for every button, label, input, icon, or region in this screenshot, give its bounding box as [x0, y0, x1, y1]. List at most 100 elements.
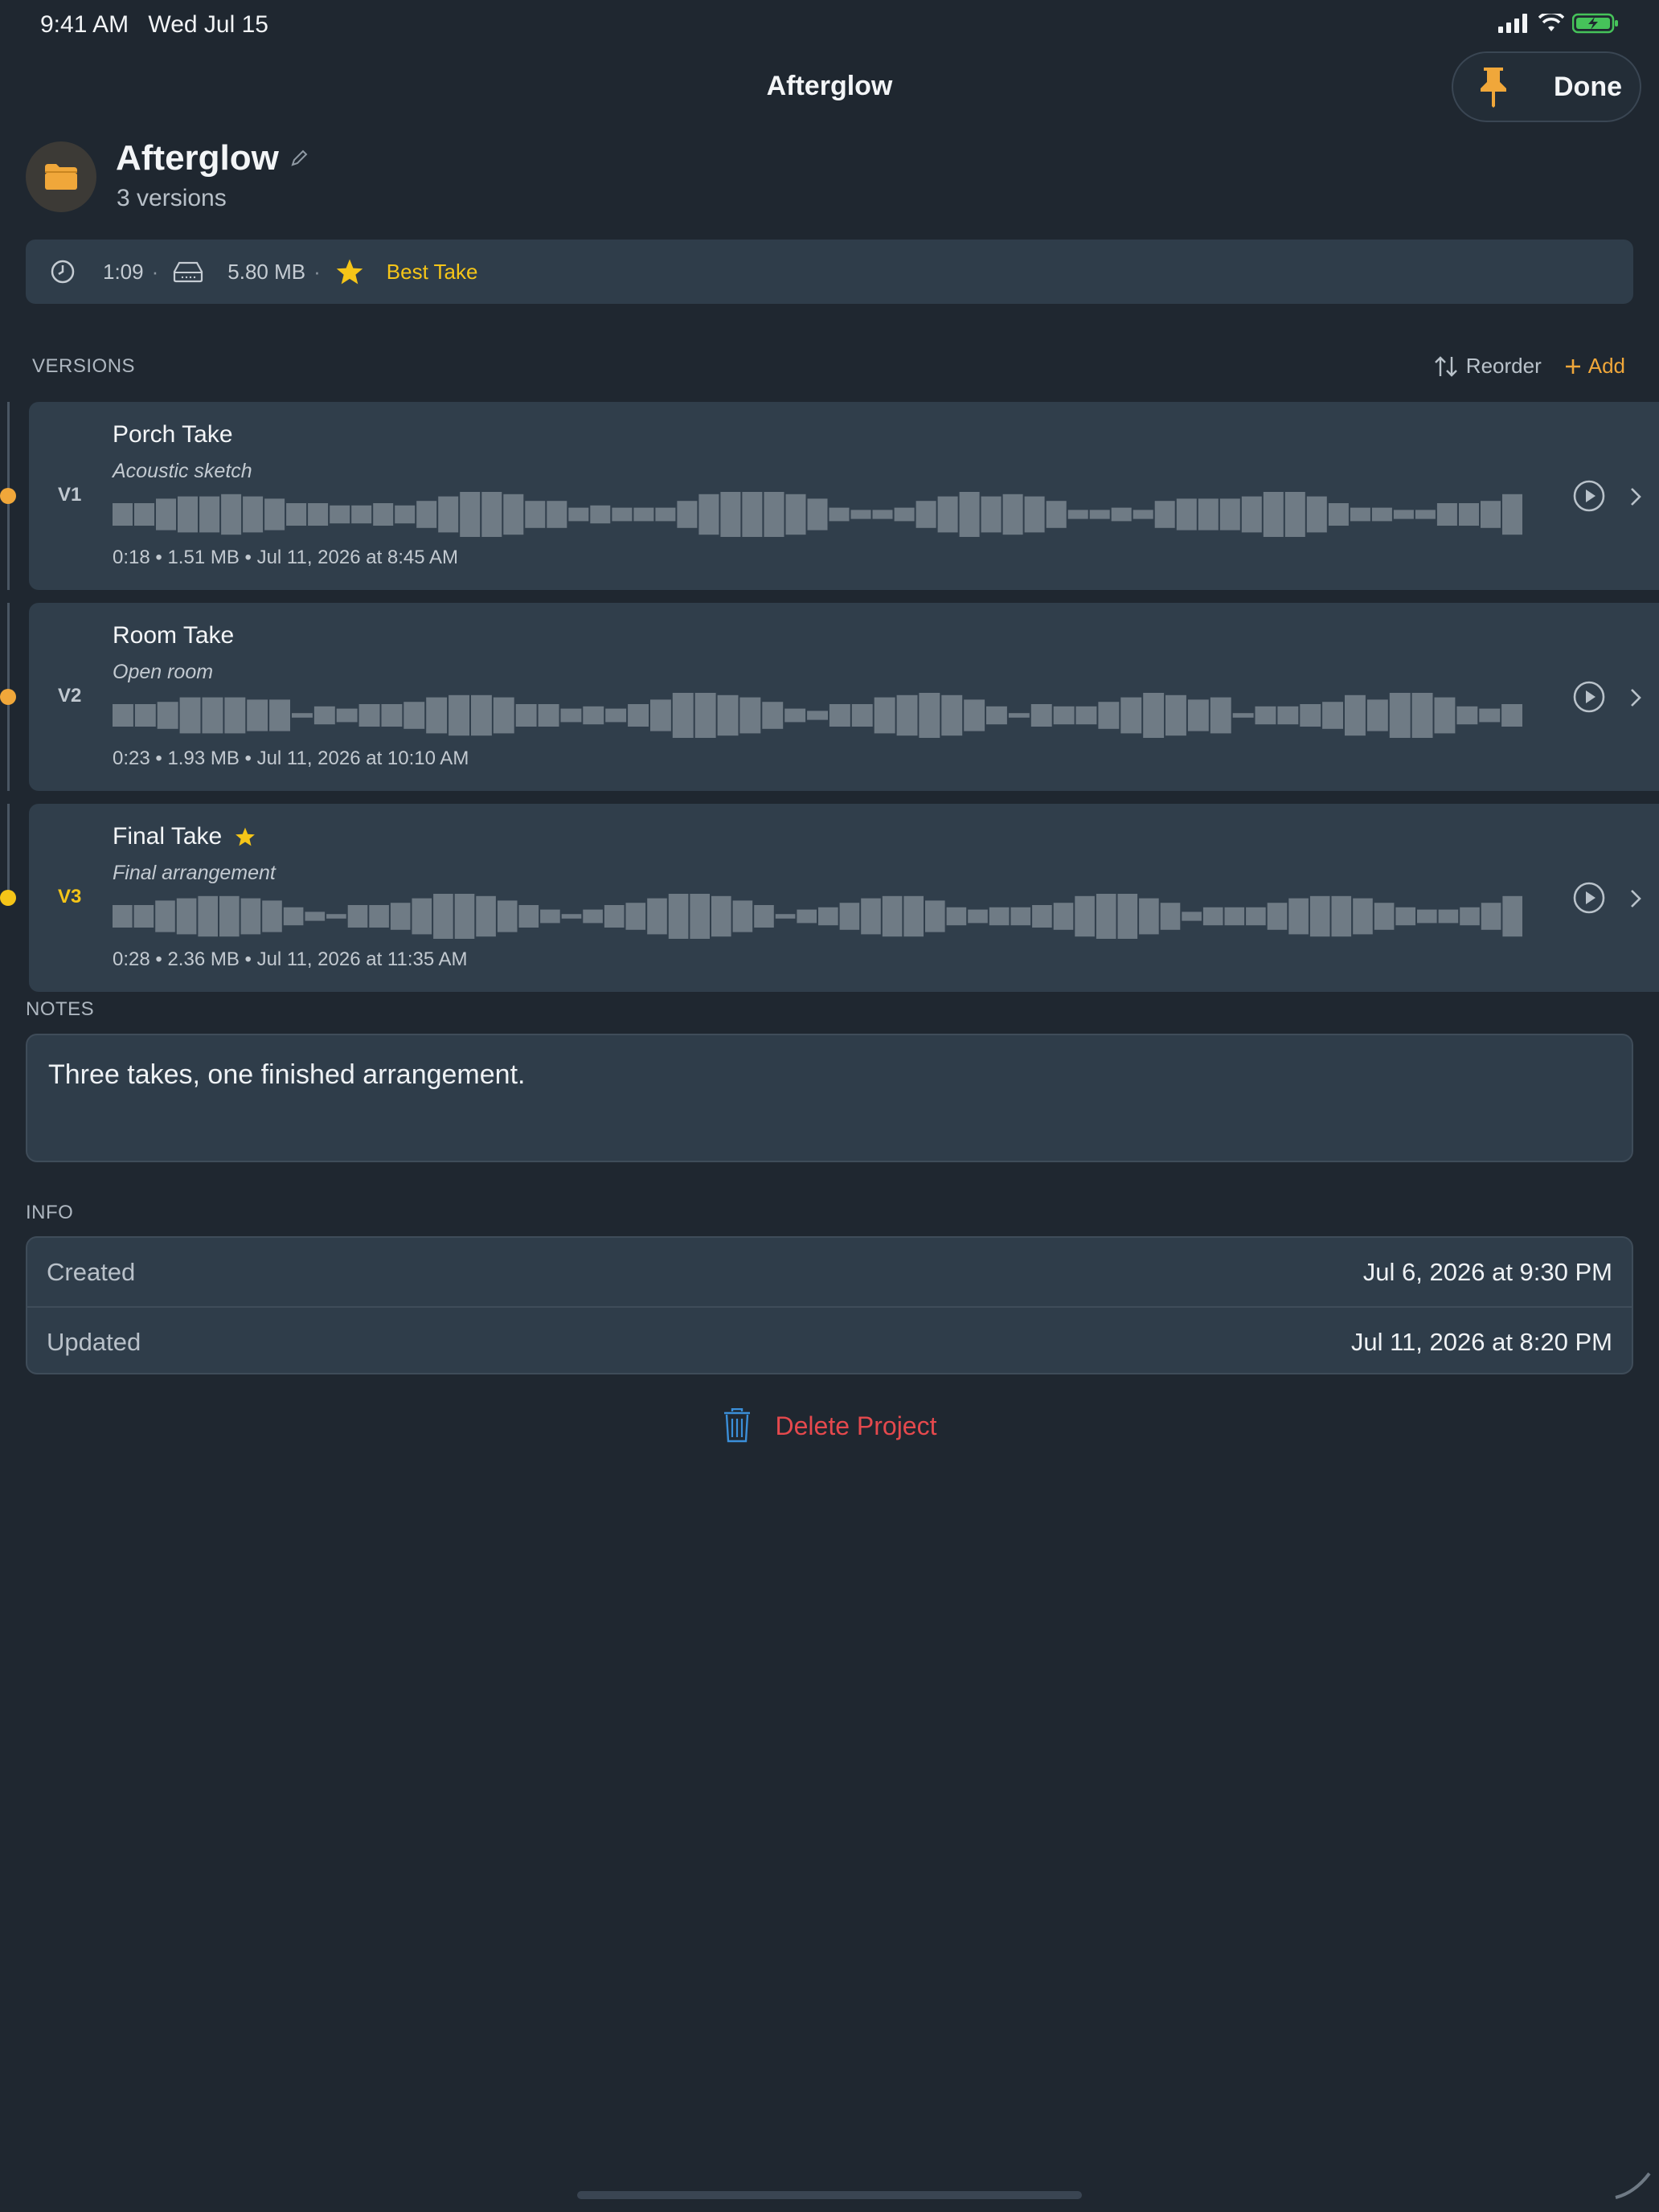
waveform-bar — [395, 505, 416, 524]
version-title-text: Final Take — [113, 823, 223, 850]
waveform-bar — [503, 494, 524, 535]
version-card[interactable]: V2 Room Take Open room 0:23 • 1.93 MB • Jul… — [29, 603, 1659, 791]
waveform-bar — [1165, 694, 1186, 736]
timeline-dot — [0, 689, 16, 705]
info-key: Created — [47, 1257, 136, 1286]
waveform-bar — [113, 503, 133, 526]
version-card[interactable]: V1 Porch Take Acoustic sketch 0:18 • 1.51 M… — [29, 402, 1659, 590]
waveform-bar — [1120, 697, 1142, 734]
best-take-label[interactable]: Best Take — [387, 260, 478, 285]
waveform-bar — [351, 505, 372, 524]
waveform-bar — [1353, 898, 1373, 935]
waveform-bar — [1479, 708, 1501, 723]
version-subtitle: Final arrangement — [113, 862, 276, 884]
waveform-bar — [583, 706, 604, 725]
plus-icon — [1565, 358, 1580, 374]
clock-icon — [51, 260, 75, 284]
project-title[interactable]: Afterglow — [116, 138, 308, 178]
versions-section-label: VERSIONS — [32, 355, 136, 377]
waveform-bar — [1075, 706, 1097, 725]
waveform-bar — [133, 905, 154, 928]
nav-title: Afterglow — [766, 71, 893, 101]
waveform-bar — [1417, 909, 1437, 924]
waveform-bar — [625, 903, 646, 930]
waveform-bar — [1143, 693, 1165, 738]
summary-duration: 1:09 — [103, 259, 144, 284]
waveform-bar — [156, 498, 176, 530]
waveform-bar — [178, 496, 198, 533]
waveform-bar — [1456, 706, 1478, 725]
edit-pencil-icon[interactable] — [290, 150, 308, 167]
waveform-bar — [199, 496, 220, 533]
chevron-right-icon[interactable] — [1628, 485, 1643, 508]
waveform-bar — [720, 492, 741, 537]
waveform-bar — [202, 697, 223, 734]
waveform-bar — [113, 905, 133, 928]
storage-icon — [174, 261, 203, 283]
waveform-bar — [347, 905, 368, 928]
waveform-bar — [583, 909, 603, 924]
waveform-bar — [1139, 898, 1159, 935]
waveform[interactable] — [113, 894, 1524, 939]
waveform-bar — [525, 501, 546, 528]
waveform-bar — [454, 894, 475, 939]
timeline-segment — [7, 804, 10, 899]
chevron-right-icon[interactable] — [1628, 686, 1643, 709]
project-avatar — [26, 141, 96, 212]
play-icon[interactable] — [1572, 881, 1606, 915]
waveform-bar — [941, 694, 963, 736]
waveform-bar — [1255, 706, 1276, 725]
waveform-bar — [628, 704, 649, 727]
waveform-bar — [269, 699, 290, 731]
waveform-bar — [179, 697, 201, 734]
waveform-bar — [497, 900, 518, 932]
waveform-bar — [1053, 706, 1075, 725]
reorder-icon — [1434, 355, 1457, 377]
waveform-bar — [1241, 496, 1262, 533]
nav-actions: Done — [1452, 51, 1641, 122]
add-version-button[interactable]: Add — [1564, 354, 1625, 379]
waveform-bar — [1067, 510, 1088, 519]
folder-icon — [45, 164, 77, 190]
chevron-right-icon[interactable] — [1628, 887, 1643, 910]
waveform-bar — [568, 507, 589, 522]
waveform-bar — [221, 494, 242, 535]
pin-button[interactable] — [1477, 66, 1509, 108]
waveform-bar — [919, 693, 940, 738]
play-icon[interactable] — [1572, 680, 1606, 714]
waveform-bar — [1219, 498, 1240, 530]
waveform-bar — [818, 907, 838, 926]
delete-project-button[interactable]: Delete Project — [0, 1408, 1659, 1444]
waveform-bar — [647, 898, 667, 935]
waveform-bar — [861, 898, 881, 935]
notes-field[interactable]: Three takes, one finished arrangement. — [26, 1034, 1633, 1162]
waveform-bar — [612, 507, 633, 522]
waveform-bar — [326, 914, 346, 919]
waveform-bar — [677, 501, 698, 528]
waveform-bar — [369, 905, 389, 928]
waveform-bar — [1438, 909, 1459, 924]
play-icon[interactable] — [1572, 479, 1606, 513]
reorder-button[interactable]: Reorder — [1434, 354, 1542, 379]
waveform-bar — [538, 704, 559, 727]
waveform-bar — [742, 492, 763, 537]
version-card[interactable]: V3 Final Take Final arrangement 0:28 • 2.36… — [29, 804, 1659, 992]
waveform-bar — [515, 704, 537, 727]
waveform-bar — [134, 704, 156, 727]
waveform-bar — [775, 914, 796, 919]
waveform-bar — [1267, 903, 1288, 930]
version-subtitle: Open room — [113, 661, 214, 683]
waveform-bar — [1288, 898, 1309, 935]
waveform-bar — [989, 907, 1010, 926]
waveform[interactable] — [113, 492, 1524, 537]
waveform-bar — [964, 699, 985, 731]
done-button[interactable]: Done — [1554, 72, 1622, 103]
waveform-bar — [829, 507, 850, 522]
delete-label: Delete Project — [775, 1411, 937, 1440]
waveform-bar — [336, 708, 358, 723]
waveform[interactable] — [113, 693, 1524, 738]
waveform-bar — [1202, 907, 1223, 926]
waveform-bar — [959, 492, 980, 537]
waveform-bar — [937, 496, 958, 533]
waveform-bar — [1246, 907, 1266, 926]
